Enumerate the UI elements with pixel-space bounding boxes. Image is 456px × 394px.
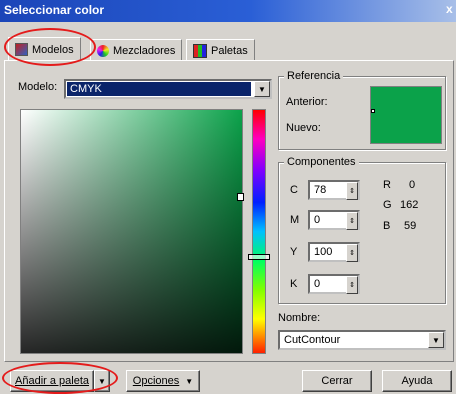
- c-value: 78: [314, 184, 327, 196]
- swatch-marker: [371, 109, 375, 113]
- m-label: M: [290, 214, 300, 226]
- m-value: 0: [314, 214, 321, 226]
- close-label: Cerrar: [321, 375, 353, 387]
- y-spin-icon[interactable]: ⇕: [346, 244, 358, 262]
- k-value: 0: [314, 278, 321, 290]
- hue-slider[interactable]: [252, 109, 266, 354]
- components-title: Componentes: [284, 156, 359, 168]
- g-label: G: [383, 199, 392, 211]
- color-field-marker[interactable]: [237, 193, 244, 201]
- tab-mezcladores[interactable]: Mezcladores: [90, 39, 183, 61]
- tab-label: Paletas: [211, 44, 248, 57]
- k-label: K: [290, 278, 298, 290]
- hue-slider-handle[interactable]: [248, 254, 270, 260]
- options-button[interactable]: Opciones ▼: [126, 370, 200, 392]
- name-value: CutContour: [284, 334, 341, 346]
- name-select[interactable]: CutContour ▼: [278, 330, 446, 350]
- chevron-down-icon[interactable]: ▼: [254, 81, 270, 97]
- help-label: Ayuda: [401, 375, 433, 387]
- k-spin-icon[interactable]: ⇕: [346, 276, 358, 294]
- model-select[interactable]: CMYK ▼: [64, 79, 272, 99]
- options-label: Opciones: [132, 375, 180, 387]
- close-icon[interactable]: x: [446, 2, 453, 16]
- model-label: Modelo:: [18, 81, 58, 93]
- y-input[interactable]: 100 ⇕: [308, 242, 360, 262]
- g-value: 162: [400, 199, 419, 211]
- annotation-oval: [4, 28, 96, 66]
- m-input[interactable]: 0 ⇕: [308, 210, 360, 230]
- color-preview-swatch: [370, 86, 442, 144]
- y-value: 100: [314, 246, 333, 258]
- model-select-value: CMYK: [67, 82, 251, 96]
- c-label: C: [290, 184, 298, 196]
- previous-label: Anterior:: [286, 96, 328, 108]
- b-label: B: [383, 220, 391, 232]
- c-input[interactable]: 78 ⇕: [308, 180, 360, 200]
- chevron-down-icon: ▼: [185, 376, 194, 386]
- r-value: 0: [409, 179, 416, 191]
- reference-title: Referencia: [284, 70, 344, 82]
- m-spin-icon[interactable]: ⇕: [346, 212, 358, 230]
- y-label: Y: [290, 246, 298, 258]
- new-label: Nuevo:: [286, 122, 321, 134]
- name-label: Nombre:: [278, 312, 321, 324]
- b-value: 59: [404, 220, 417, 232]
- c-spin-icon[interactable]: ⇕: [346, 182, 358, 200]
- chevron-down-icon[interactable]: ▼: [428, 332, 444, 348]
- mixers-icon: [97, 44, 109, 57]
- tab-paletas[interactable]: Paletas: [186, 39, 255, 61]
- close-button[interactable]: Cerrar: [302, 370, 372, 392]
- color-field[interactable]: [20, 109, 243, 354]
- k-input[interactable]: 0 ⇕: [308, 274, 360, 294]
- tab-label: Mezcladores: [113, 44, 176, 57]
- palettes-icon: [193, 43, 207, 58]
- window-title: Seleccionar color: [4, 3, 105, 17]
- r-label: R: [383, 179, 391, 191]
- help-button[interactable]: Ayuda: [382, 370, 452, 392]
- annotation-oval: [2, 362, 118, 394]
- components-group: [278, 162, 446, 304]
